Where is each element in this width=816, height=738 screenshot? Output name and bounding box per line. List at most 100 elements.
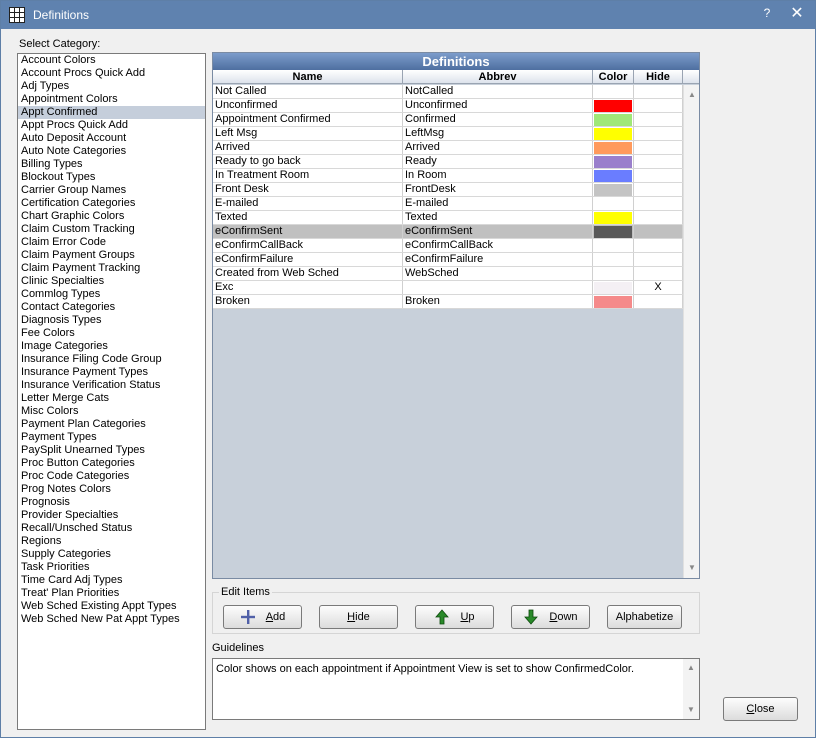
table-row[interactable]: In Treatment Room In Room xyxy=(213,169,683,183)
close-button[interactable]: Close xyxy=(723,697,798,721)
category-item[interactable]: Supply Categories xyxy=(18,548,205,561)
scroll-down-icon[interactable]: ▼ xyxy=(683,702,699,718)
cell-abbrev: WebSched xyxy=(403,267,593,280)
category-item[interactable]: Auto Deposit Account xyxy=(18,132,205,145)
down-button[interactable]: Down xyxy=(511,605,590,629)
category-item[interactable]: Provider Specialties xyxy=(18,509,205,522)
category-item[interactable]: Appt Procs Quick Add xyxy=(18,119,205,132)
category-item[interactable]: Blockout Types xyxy=(18,171,205,184)
cell-name: Exc xyxy=(213,281,403,294)
table-row[interactable]: Not Called NotCalled xyxy=(213,85,683,99)
cell-hide xyxy=(634,169,683,182)
color-swatch xyxy=(594,128,632,140)
category-item[interactable]: Letter Merge Cats xyxy=(18,392,205,405)
category-item[interactable]: Insurance Payment Types xyxy=(18,366,205,379)
category-item[interactable]: Claim Error Code xyxy=(18,236,205,249)
category-item[interactable]: Insurance Filing Code Group xyxy=(18,353,205,366)
column-header-abbrev[interactable]: Abbrev xyxy=(403,70,593,84)
cell-abbrev: E-mailed xyxy=(403,197,593,210)
category-item[interactable]: Certification Categories xyxy=(18,197,205,210)
category-list[interactable]: Account Colors Account Procs Quick Add Adj… xyxy=(17,53,206,730)
category-item[interactable]: Billing Types xyxy=(18,158,205,171)
table-row[interactable]: Arrived Arrived xyxy=(213,141,683,155)
close-window-icon[interactable]: ✕ xyxy=(787,4,807,24)
table-row[interactable]: Ready to go back Ready xyxy=(213,155,683,169)
cell-hide xyxy=(634,239,683,252)
up-label: p xyxy=(468,611,475,623)
close-label: lose xyxy=(754,703,775,715)
category-item[interactable]: Task Priorities xyxy=(18,561,205,574)
category-item[interactable]: Contact Categories xyxy=(18,301,205,314)
color-swatch xyxy=(594,254,632,266)
category-item[interactable]: Appointment Colors xyxy=(18,93,205,106)
table-row[interactable]: Texted Texted xyxy=(213,211,683,225)
category-item[interactable]: Image Categories xyxy=(18,340,205,353)
table-row[interactable]: E-mailed E-mailed xyxy=(213,197,683,211)
category-item[interactable]: Clinic Specialties xyxy=(18,275,205,288)
cell-hide xyxy=(634,127,683,140)
up-button[interactable]: Up xyxy=(415,605,494,629)
table-row[interactable]: eConfirmCallBack eConfirmCallBack xyxy=(213,239,683,253)
category-item[interactable]: Adj Types xyxy=(18,80,205,93)
help-button[interactable]: ? xyxy=(759,6,775,24)
cell-color xyxy=(593,281,634,294)
cell-name: Ready to go back xyxy=(213,155,403,168)
cell-abbrev: Broken xyxy=(403,295,593,308)
hide-button[interactable]: Hide xyxy=(319,605,398,629)
table-row[interactable]: Unconfirmed Unconfirmed xyxy=(213,99,683,113)
category-item[interactable]: Web Sched Existing Appt Types xyxy=(18,600,205,613)
category-item[interactable]: Chart Graphic Colors xyxy=(18,210,205,223)
category-item[interactable]: Recall/Unsched Status xyxy=(18,522,205,535)
column-header-color[interactable]: Color xyxy=(593,70,634,84)
category-item[interactable]: Appt Confirmed xyxy=(18,106,205,119)
cell-name: eConfirmFailure xyxy=(213,253,403,266)
alphabetize-button[interactable]: Alphabetize xyxy=(607,605,682,629)
category-item[interactable]: Misc Colors xyxy=(18,405,205,418)
category-item[interactable]: Proc Button Categories xyxy=(18,457,205,470)
category-item[interactable]: Regions xyxy=(18,535,205,548)
category-item[interactable]: Claim Payment Tracking xyxy=(18,262,205,275)
category-item[interactable]: Prognosis xyxy=(18,496,205,509)
category-item[interactable]: Payment Types xyxy=(18,431,205,444)
table-row[interactable]: Exc X xyxy=(213,281,683,295)
table-row[interactable]: Left Msg LeftMsg xyxy=(213,127,683,141)
category-item[interactable]: Proc Code Categories xyxy=(18,470,205,483)
category-item[interactable]: Account Colors xyxy=(18,54,205,67)
category-item[interactable]: Web Sched New Pat Appt Types xyxy=(18,613,205,626)
table-row[interactable]: eConfirmSent eConfirmSent xyxy=(213,225,683,239)
scroll-down-icon[interactable]: ▼ xyxy=(684,560,699,576)
column-header-hide[interactable]: Hide xyxy=(634,70,683,84)
category-item[interactable]: Prog Notes Colors xyxy=(18,483,205,496)
category-item[interactable]: Commlog Types xyxy=(18,288,205,301)
cell-name: Not Called xyxy=(213,85,403,98)
category-item[interactable]: Fee Colors xyxy=(18,327,205,340)
category-item[interactable]: Insurance Verification Status xyxy=(18,379,205,392)
grid-vertical-scrollbar[interactable]: ▲ ▼ xyxy=(683,85,699,578)
category-item[interactable]: Auto Note Categories xyxy=(18,145,205,158)
category-item[interactable]: Diagnosis Types xyxy=(18,314,205,327)
column-header-name[interactable]: Name xyxy=(213,70,403,84)
table-row[interactable]: Front Desk FrontDesk xyxy=(213,183,683,197)
scroll-up-icon[interactable]: ▲ xyxy=(683,660,699,676)
table-row[interactable]: eConfirmFailure eConfirmFailure xyxy=(213,253,683,267)
add-button[interactable]: Add xyxy=(223,605,302,629)
table-row[interactable]: Appointment Confirmed Confirmed xyxy=(213,113,683,127)
cell-hide xyxy=(634,85,683,98)
table-row[interactable]: Broken Broken xyxy=(213,295,683,309)
category-item[interactable]: PaySplit Unearned Types xyxy=(18,444,205,457)
cell-abbrev: Ready xyxy=(403,155,593,168)
category-item[interactable]: Claim Payment Groups xyxy=(18,249,205,262)
category-item[interactable]: Claim Custom Tracking xyxy=(18,223,205,236)
scroll-up-icon[interactable]: ▲ xyxy=(684,87,699,103)
cell-name: eConfirmCallBack xyxy=(213,239,403,252)
category-item[interactable]: Carrier Group Names xyxy=(18,184,205,197)
add-label: dd xyxy=(273,611,286,623)
guidelines-scrollbar[interactable]: ▲ ▼ xyxy=(683,659,699,719)
arrow-up-icon xyxy=(435,609,450,625)
category-item[interactable]: Time Card Adj Types xyxy=(18,574,205,587)
title-bar[interactable]: Definitions ? ✕ xyxy=(1,1,815,29)
category-item[interactable]: Payment Plan Categories xyxy=(18,418,205,431)
category-item[interactable]: Account Procs Quick Add xyxy=(18,67,205,80)
category-item[interactable]: Treat' Plan Priorities xyxy=(18,587,205,600)
table-row[interactable]: Created from Web Sched WebSched xyxy=(213,267,683,281)
